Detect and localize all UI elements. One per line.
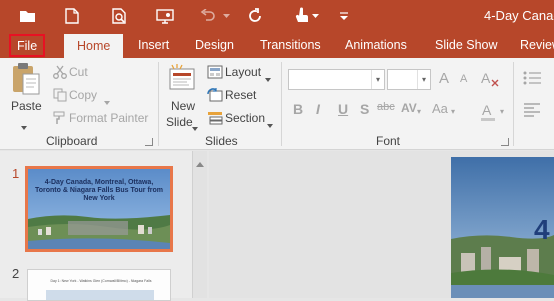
group-divider <box>158 62 159 146</box>
slide-title-fragment: 4 <box>534 214 550 245</box>
chevron-down-icon[interactable]: ▾ <box>417 107 421 116</box>
undo-icon[interactable] <box>196 5 220 27</box>
new-slide-label-2[interactable]: Slide <box>166 115 193 129</box>
font-color-icon[interactable]: A <box>480 102 498 122</box>
scroll-up-icon[interactable] <box>196 156 204 167</box>
chevron-down-icon[interactable]: ▾ <box>451 107 455 116</box>
tab-slide-show[interactable]: Slide Show <box>431 33 502 58</box>
format-painter-icon <box>53 111 67 125</box>
tab-transitions[interactable]: Transitions <box>256 33 325 58</box>
layout-dropdown-icon[interactable] <box>265 71 271 82</box>
redo-icon[interactable] <box>243 5 267 27</box>
slide-thumbnail-1[interactable]: 4-Day Canada, Montreal, Ottawa, Toronto … <box>25 166 173 252</box>
copy-button[interactable]: Copy <box>69 88 97 102</box>
document-title: 4-Day Canada <box>484 8 554 23</box>
title-bar: 4-Day Canada <box>0 0 554 33</box>
reset-icon <box>207 88 223 102</box>
new-slide-icon[interactable] <box>168 63 198 93</box>
tab-review[interactable]: Review <box>516 33 554 58</box>
thumbnail-scrollbar[interactable] <box>192 151 207 298</box>
tab-insert[interactable]: Insert <box>134 33 173 58</box>
character-spacing-button[interactable]: AV <box>401 101 417 115</box>
new-slide-dropdown-icon[interactable] <box>192 120 198 131</box>
scissors-icon <box>53 65 67 79</box>
ribbon-tabs: File Home Insert Design Transitions Anim… <box>0 33 554 58</box>
section-dropdown-icon[interactable] <box>267 117 273 128</box>
copy-icon <box>53 88 67 102</box>
open-folder-icon[interactable] <box>16 5 40 27</box>
slide-2-photo <box>46 290 154 300</box>
svg-text:A: A <box>482 102 492 118</box>
present-icon[interactable] <box>153 5 177 27</box>
clipboard-group-label: Clipboard <box>46 134 98 148</box>
group-divider <box>513 62 514 146</box>
chevron-down-icon[interactable]: ▾ <box>500 107 504 116</box>
ribbon: Paste Cut Copy Format Painter Clipboard … <box>0 58 554 150</box>
new-file-icon[interactable] <box>60 5 84 27</box>
slide-2-title: Day 1: New York - Watkins Glen (Cornwall… <box>50 279 152 283</box>
align-left-icon[interactable] <box>523 102 543 118</box>
tab-animations[interactable]: Animations <box>341 33 411 58</box>
group-divider <box>281 62 282 146</box>
slide-thumbnail-2[interactable]: Day 1: New York - Watkins Glen (Cornwall… <box>27 269 171 301</box>
paste-label[interactable]: Paste <box>11 99 42 113</box>
slide-number-2: 2 <box>12 266 20 281</box>
reset-button[interactable]: Reset <box>225 88 256 102</box>
strikethrough-button[interactable]: abc <box>377 101 395 113</box>
font-name-combo[interactable]: ▾ <box>288 69 385 90</box>
change-case-button[interactable]: Aa <box>432 101 448 116</box>
font-launcher-icon[interactable] <box>501 138 509 146</box>
shrink-font-button[interactable]: A <box>460 73 467 85</box>
slides-group-label: Slides <box>205 134 238 148</box>
slide-1-title: 4-Day Canada, Montreal, Ottawa, Toronto … <box>34 179 164 202</box>
section-icon <box>207 111 223 125</box>
layout-icon <box>207 65 223 79</box>
customize-icon[interactable] <box>334 5 354 27</box>
new-slide-label[interactable]: New <box>171 99 195 113</box>
clipboard-launcher-icon[interactable] <box>145 138 153 146</box>
format-painter-button[interactable]: Format Painter <box>69 111 148 125</box>
clear-formatting-icon[interactable]: A <box>481 70 501 88</box>
print-preview-icon[interactable] <box>108 5 132 27</box>
paste-dropdown-icon[interactable] <box>21 119 27 130</box>
current-slide[interactable]: 4 <box>451 157 554 298</box>
italic-button[interactable]: I <box>316 101 320 117</box>
font-size-combo[interactable]: ▾ <box>387 69 431 90</box>
tab-design[interactable]: Design <box>191 33 238 58</box>
bold-button[interactable]: B <box>293 101 303 117</box>
copy-dropdown-icon[interactable] <box>104 94 110 105</box>
font-group-label: Font <box>376 134 401 148</box>
svg-text:A: A <box>481 70 491 86</box>
layout-button[interactable]: Layout <box>225 65 261 79</box>
slide-number-1: 1 <box>12 166 20 181</box>
section-button[interactable]: Section <box>225 111 265 125</box>
grow-font-button[interactable]: A <box>439 70 449 87</box>
touch-dropdown-icon[interactable] <box>309 5 321 27</box>
shadow-s-button[interactable]: S <box>360 101 369 117</box>
tab-home[interactable]: Home <box>64 34 124 58</box>
tab-file[interactable]: File <box>9 34 46 57</box>
bullets-icon[interactable] <box>523 70 543 86</box>
undo-dropdown-icon[interactable] <box>220 5 232 27</box>
chevron-down-icon[interactable]: ▾ <box>371 70 384 89</box>
chevron-down-icon[interactable]: ▾ <box>417 70 430 89</box>
underline-button[interactable]: U <box>338 101 348 117</box>
paste-icon[interactable] <box>10 62 42 96</box>
cut-button[interactable]: Cut <box>69 65 88 79</box>
